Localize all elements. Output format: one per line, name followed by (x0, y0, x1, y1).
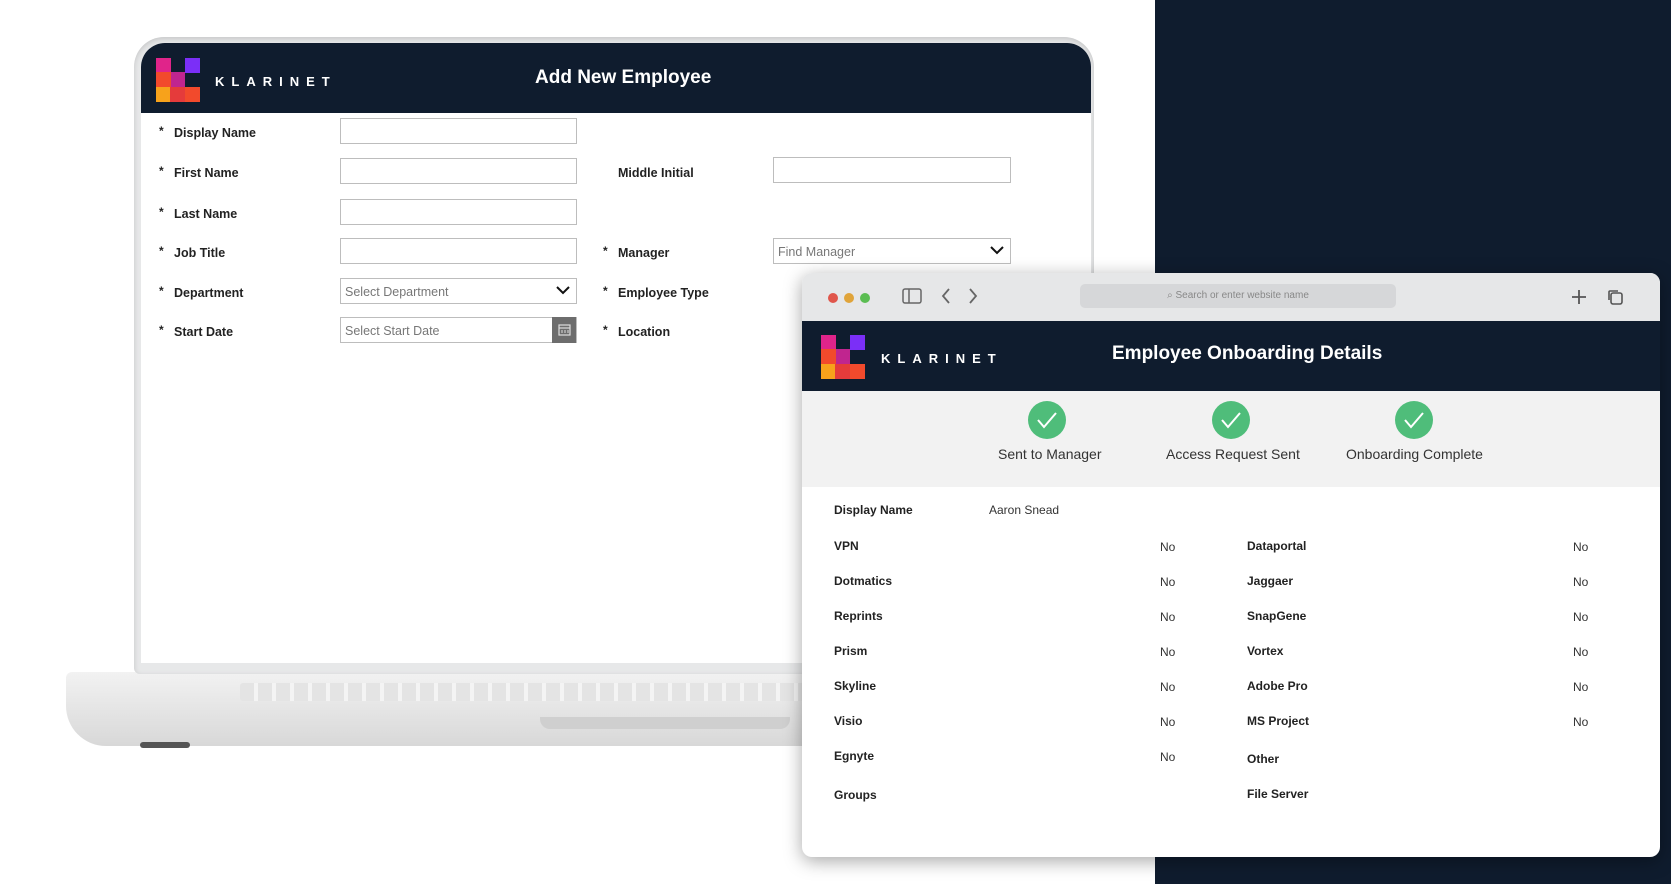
display-name-value: Aaron Snead (989, 503, 1060, 517)
sidebar-toggle-icon[interactable] (902, 287, 922, 305)
start-date-label: Start Date (174, 325, 234, 339)
required-marker: * (159, 205, 164, 219)
step-label: Onboarding Complete (1346, 446, 1483, 462)
display-name-label: Display Name (834, 503, 913, 517)
chevron-down-icon (556, 286, 570, 295)
employee-type-label: Employee Type (618, 286, 709, 300)
access-item-label: VPN (834, 539, 859, 553)
access-item-label: MS Project (1247, 714, 1310, 728)
brand-name: KLARINET (881, 351, 1003, 366)
access-item-value: No (1573, 645, 1589, 659)
department-placeholder: Select Department (345, 285, 449, 299)
klarinet-logo-icon (156, 58, 200, 102)
department-label: Department (174, 286, 244, 300)
location-label: Location (618, 325, 671, 339)
access-item-value: No (1573, 715, 1589, 729)
required-marker: * (159, 164, 164, 178)
manager-placeholder: Find Manager (778, 245, 856, 259)
display-name-field[interactable] (340, 118, 577, 144)
access-item-value: No (1160, 750, 1176, 764)
access-item-label: Prism (834, 644, 868, 658)
department-select[interactable]: Select Department (340, 278, 577, 304)
address-placeholder: Search or enter website name (1175, 290, 1309, 301)
required-marker: * (603, 323, 608, 337)
address-bar[interactable]: ⌕ Search or enter website name (1080, 284, 1396, 308)
manager-select[interactable]: Find Manager (773, 238, 1011, 264)
access-item-value: No (1160, 610, 1176, 624)
first-name-label: First Name (174, 166, 239, 180)
access-item-label: Other (1247, 752, 1280, 766)
access-item-value: No (1573, 575, 1589, 589)
access-item-label: Adobe Pro (1247, 679, 1308, 693)
required-marker: * (159, 244, 164, 258)
calendar-button[interactable] (552, 316, 576, 343)
access-item-value: No (1573, 610, 1589, 624)
access-item-value: No (1160, 680, 1176, 694)
calendar-icon (558, 323, 571, 336)
middle-initial-field[interactable] (773, 157, 1011, 183)
access-item-value: No (1160, 645, 1176, 659)
laptop-foot (140, 742, 190, 748)
chevron-down-icon (990, 246, 1004, 255)
required-marker: * (159, 284, 164, 298)
new-tab-icon[interactable] (1570, 288, 1588, 306)
access-item-label: Egnyte (834, 749, 875, 763)
access-item-label: Visio (834, 714, 863, 728)
progress-steps: Sent to Manager Access Request Sent Onbo… (802, 391, 1660, 487)
access-item-label: Jaggaer (1247, 574, 1294, 588)
access-item-label: Skyline (834, 679, 877, 693)
back-arrow-icon[interactable] (940, 287, 952, 305)
maximize-window-icon[interactable] (860, 293, 870, 303)
access-item-label: Vortex (1247, 644, 1284, 658)
access-item-value: No (1573, 680, 1589, 694)
app-header: KLARINET Add New Employee (141, 43, 1091, 113)
required-marker: * (159, 124, 164, 138)
access-item-label: Reprints (834, 609, 883, 623)
access-item-value: No (1160, 540, 1176, 554)
check-icon (1395, 401, 1433, 439)
access-item-label: SnapGene (1247, 609, 1307, 623)
last-name-field[interactable] (340, 199, 577, 225)
required-marker: * (159, 323, 164, 337)
access-item-value: No (1160, 715, 1176, 729)
first-name-field[interactable] (340, 158, 577, 184)
brand-name: KLARINET (215, 74, 337, 89)
browser-window: ⌕ Search or enter website name KLARINET … (802, 273, 1660, 857)
check-icon (1028, 401, 1066, 439)
onboarding-header: KLARINET Employee Onboarding Details (802, 321, 1660, 391)
onboarding-title: Employee Onboarding Details (1112, 343, 1383, 364)
step-label: Sent to Manager (998, 446, 1102, 462)
display-name-label: Display Name (174, 126, 256, 140)
step-label: Access Request Sent (1166, 446, 1300, 462)
job-title-label: Job Title (174, 246, 226, 260)
klarinet-logo-icon (821, 335, 865, 379)
access-item-label: Groups (834, 788, 877, 802)
close-window-icon[interactable] (828, 293, 838, 303)
last-name-label: Last Name (174, 207, 238, 221)
start-date-picker[interactable]: Select Start Date (340, 316, 577, 343)
middle-initial-label: Middle Initial (618, 166, 694, 180)
access-item-label: Dataportal (1247, 539, 1307, 553)
onboarding-details: Display Name Aaron Snead VPN No Dotmatic… (814, 487, 1648, 857)
required-marker: * (603, 284, 608, 298)
minimize-window-icon[interactable] (844, 293, 854, 303)
browser-toolbar: ⌕ Search or enter website name (802, 273, 1660, 322)
manager-label: Manager (618, 246, 670, 260)
required-marker: * (603, 244, 608, 258)
access-item-value: No (1573, 540, 1589, 554)
laptop-notch (540, 717, 790, 729)
check-icon (1212, 401, 1250, 439)
page-title: Add New Employee (535, 67, 712, 88)
forward-arrow-icon[interactable] (967, 287, 979, 305)
access-item-label: Dotmatics (834, 574, 893, 588)
job-title-field[interactable] (340, 238, 577, 264)
access-item-value: No (1160, 575, 1176, 589)
start-date-placeholder: Select Start Date (345, 324, 440, 338)
tabs-overview-icon[interactable] (1606, 288, 1624, 306)
access-item-label: File Server (1247, 787, 1309, 801)
